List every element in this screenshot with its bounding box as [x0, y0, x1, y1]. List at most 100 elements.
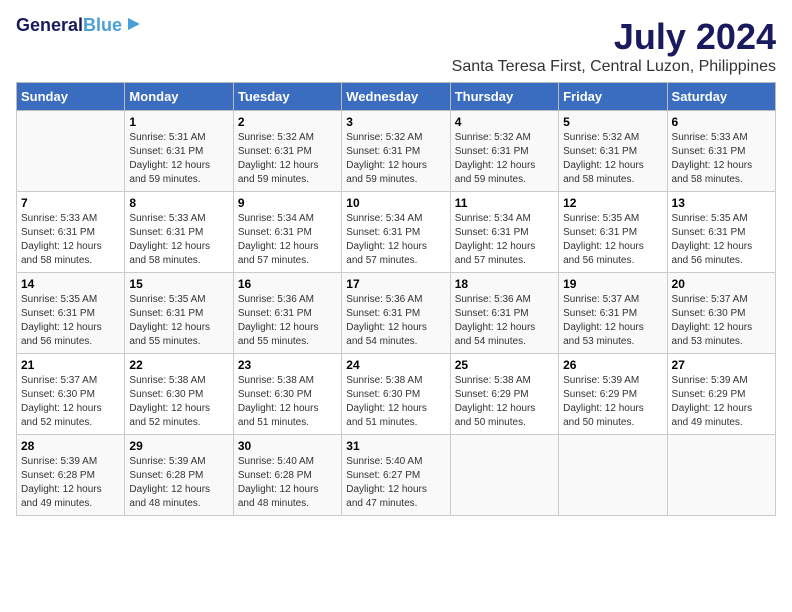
day-info: Sunrise: 5:34 AM Sunset: 6:31 PM Dayligh…: [346, 212, 445, 268]
calendar-day-header: Saturday: [667, 83, 775, 111]
day-number: 19: [563, 277, 662, 291]
calendar-day-header: Sunday: [17, 83, 125, 111]
day-number: 21: [21, 358, 120, 372]
day-number: 14: [21, 277, 120, 291]
title-area: July 2024 Santa Teresa First, Central Lu…: [452, 16, 776, 76]
calendar-cell: 30 Sunrise: 5:40 AM Sunset: 6:28 PM Dayli…: [233, 435, 341, 516]
calendar-cell: 13 Sunrise: 5:35 AM Sunset: 6:31 PM Dayli…: [667, 192, 775, 273]
calendar-table: SundayMondayTuesdayWednesdayThursdayFrid…: [16, 82, 776, 516]
page-header: GeneralBlue July 2024 Santa Teresa First…: [16, 16, 776, 76]
day-number: 11: [455, 196, 554, 210]
day-number: 16: [238, 277, 337, 291]
calendar-cell: [559, 435, 667, 516]
day-number: 23: [238, 358, 337, 372]
calendar-cell: [17, 111, 125, 192]
calendar-week-row: 28 Sunrise: 5:39 AM Sunset: 6:28 PM Dayli…: [17, 435, 776, 516]
calendar-cell: 20 Sunrise: 5:37 AM Sunset: 6:30 PM Dayli…: [667, 273, 775, 354]
day-number: 28: [21, 439, 120, 453]
calendar-cell: 14Sunrise: 5:35 AM Sunset: 6:31 PM Dayli…: [17, 273, 125, 354]
day-info: Sunrise: 5:32 AM Sunset: 6:31 PM Dayligh…: [455, 131, 554, 187]
logo: GeneralBlue: [16, 16, 144, 36]
day-info: Sunrise: 5:37 AM Sunset: 6:31 PM Dayligh…: [563, 293, 662, 349]
calendar-day-header: Thursday: [450, 83, 558, 111]
day-number: 31: [346, 439, 445, 453]
calendar-week-row: 7 Sunrise: 5:33 AM Sunset: 6:31 PM Daylig…: [17, 192, 776, 273]
day-number: 30: [238, 439, 337, 453]
calendar-cell: [450, 435, 558, 516]
day-info: Sunrise: 5:36 AM Sunset: 6:31 PM Dayligh…: [346, 293, 445, 349]
calendar-day-header: Wednesday: [342, 83, 450, 111]
day-number: 20: [672, 277, 771, 291]
day-info: Sunrise: 5:39 AM Sunset: 6:28 PM Dayligh…: [129, 455, 228, 511]
calendar-cell: 3 Sunrise: 5:32 AM Sunset: 6:31 PM Daylig…: [342, 111, 450, 192]
calendar-cell: 9Sunrise: 5:34 AM Sunset: 6:31 PM Daylig…: [233, 192, 341, 273]
day-number: 4: [455, 115, 554, 129]
day-info: Sunrise: 5:33 AM Sunset: 6:31 PM Dayligh…: [21, 212, 120, 268]
day-number: 3: [346, 115, 445, 129]
day-number: 2: [238, 115, 337, 129]
day-info: Sunrise: 5:39 AM Sunset: 6:29 PM Dayligh…: [563, 374, 662, 430]
day-info: Sunrise: 5:31 AM Sunset: 6:31 PM Dayligh…: [129, 131, 228, 187]
day-info: Sunrise: 5:35 AM Sunset: 6:31 PM Dayligh…: [672, 212, 771, 268]
day-info: Sunrise: 5:38 AM Sunset: 6:29 PM Dayligh…: [455, 374, 554, 430]
calendar-cell: 29 Sunrise: 5:39 AM Sunset: 6:28 PM Dayli…: [125, 435, 233, 516]
day-info: Sunrise: 5:33 AM Sunset: 6:31 PM Dayligh…: [129, 212, 228, 268]
day-info: Sunrise: 5:38 AM Sunset: 6:30 PM Dayligh…: [346, 374, 445, 430]
calendar-cell: 16Sunrise: 5:36 AM Sunset: 6:31 PM Dayli…: [233, 273, 341, 354]
subtitle: Santa Teresa First, Central Luzon, Phili…: [452, 58, 776, 76]
calendar-day-header: Monday: [125, 83, 233, 111]
calendar-cell: 6 Sunrise: 5:33 AM Sunset: 6:31 PM Daylig…: [667, 111, 775, 192]
day-number: 27: [672, 358, 771, 372]
calendar-cell: 22 Sunrise: 5:38 AM Sunset: 6:30 PM Dayli…: [125, 354, 233, 435]
day-info: Sunrise: 5:34 AM Sunset: 6:31 PM Dayligh…: [455, 212, 554, 268]
day-info: Sunrise: 5:40 AM Sunset: 6:28 PM Dayligh…: [238, 455, 337, 511]
calendar-cell: 26 Sunrise: 5:39 AM Sunset: 6:29 PM Dayli…: [559, 354, 667, 435]
calendar-cell: [667, 435, 775, 516]
day-info: Sunrise: 5:33 AM Sunset: 6:31 PM Dayligh…: [672, 131, 771, 187]
day-info: Sunrise: 5:32 AM Sunset: 6:31 PM Dayligh…: [238, 131, 337, 187]
day-number: 6: [672, 115, 771, 129]
calendar-week-row: 14 Sunrise: 5:35 AM Sunset: 6:31 PM Dayli…: [17, 273, 776, 354]
day-number: 5: [563, 115, 662, 129]
calendar-cell: 23Sunrise: 5:38 AM Sunset: 6:30 PM Dayli…: [233, 354, 341, 435]
calendar-cell: 11 Sunrise: 5:34 AM Sunset: 6:31 PM Dayli…: [450, 192, 558, 273]
calendar-cell: 8 Sunrise: 5:33 AM Sunset: 6:31 PM Daylig…: [125, 192, 233, 273]
day-number: 9: [238, 196, 337, 210]
logo-text: GeneralBlue: [16, 16, 122, 36]
day-number: 25: [455, 358, 554, 372]
calendar-cell: 27Sunrise: 5:39 AM Sunset: 6:29 PM Dayli…: [667, 354, 775, 435]
calendar-cell: 2 Sunrise: 5:32 AM Sunset: 6:31 PM Daylig…: [233, 111, 341, 192]
day-number: 8: [129, 196, 228, 210]
calendar-cell: 1 Sunrise: 5:31 AM Sunset: 6:31 PM Daylig…: [125, 111, 233, 192]
day-number: 10: [346, 196, 445, 210]
day-number: 29: [129, 439, 228, 453]
calendar-day-header: Friday: [559, 83, 667, 111]
calendar-cell: 7 Sunrise: 5:33 AM Sunset: 6:31 PM Daylig…: [17, 192, 125, 273]
day-number: 26: [563, 358, 662, 372]
day-info: Sunrise: 5:32 AM Sunset: 6:31 PM Dayligh…: [346, 131, 445, 187]
day-number: 7: [21, 196, 120, 210]
calendar-cell: 31Sunrise: 5:40 AM Sunset: 6:27 PM Dayli…: [342, 435, 450, 516]
calendar-cell: 5Sunrise: 5:32 AM Sunset: 6:31 PM Daylig…: [559, 111, 667, 192]
calendar-cell: 24Sunrise: 5:38 AM Sunset: 6:30 PM Dayli…: [342, 354, 450, 435]
calendar-cell: 28Sunrise: 5:39 AM Sunset: 6:28 PM Dayli…: [17, 435, 125, 516]
calendar-cell: 19 Sunrise: 5:37 AM Sunset: 6:31 PM Dayli…: [559, 273, 667, 354]
logo-arrow-icon: [124, 14, 144, 34]
day-number: 15: [129, 277, 228, 291]
day-info: Sunrise: 5:38 AM Sunset: 6:30 PM Dayligh…: [129, 374, 228, 430]
day-info: Sunrise: 5:35 AM Sunset: 6:31 PM Dayligh…: [129, 293, 228, 349]
calendar-cell: 10 Sunrise: 5:34 AM Sunset: 6:31 PM Dayli…: [342, 192, 450, 273]
day-number: 1: [129, 115, 228, 129]
calendar-cell: 18 Sunrise: 5:36 AM Sunset: 6:31 PM Dayli…: [450, 273, 558, 354]
day-number: 22: [129, 358, 228, 372]
calendar-cell: 15 Sunrise: 5:35 AM Sunset: 6:31 PM Dayli…: [125, 273, 233, 354]
calendar-cell: 25 Sunrise: 5:38 AM Sunset: 6:29 PM Dayli…: [450, 354, 558, 435]
calendar-week-row: 21Sunrise: 5:37 AM Sunset: 6:30 PM Dayli…: [17, 354, 776, 435]
day-info: Sunrise: 5:37 AM Sunset: 6:30 PM Dayligh…: [672, 293, 771, 349]
day-number: 13: [672, 196, 771, 210]
day-info: Sunrise: 5:35 AM Sunset: 6:31 PM Dayligh…: [563, 212, 662, 268]
calendar-cell: 17Sunrise: 5:36 AM Sunset: 6:31 PM Dayli…: [342, 273, 450, 354]
day-number: 18: [455, 277, 554, 291]
day-info: Sunrise: 5:36 AM Sunset: 6:31 PM Dayligh…: [455, 293, 554, 349]
calendar-cell: 21Sunrise: 5:37 AM Sunset: 6:30 PM Dayli…: [17, 354, 125, 435]
